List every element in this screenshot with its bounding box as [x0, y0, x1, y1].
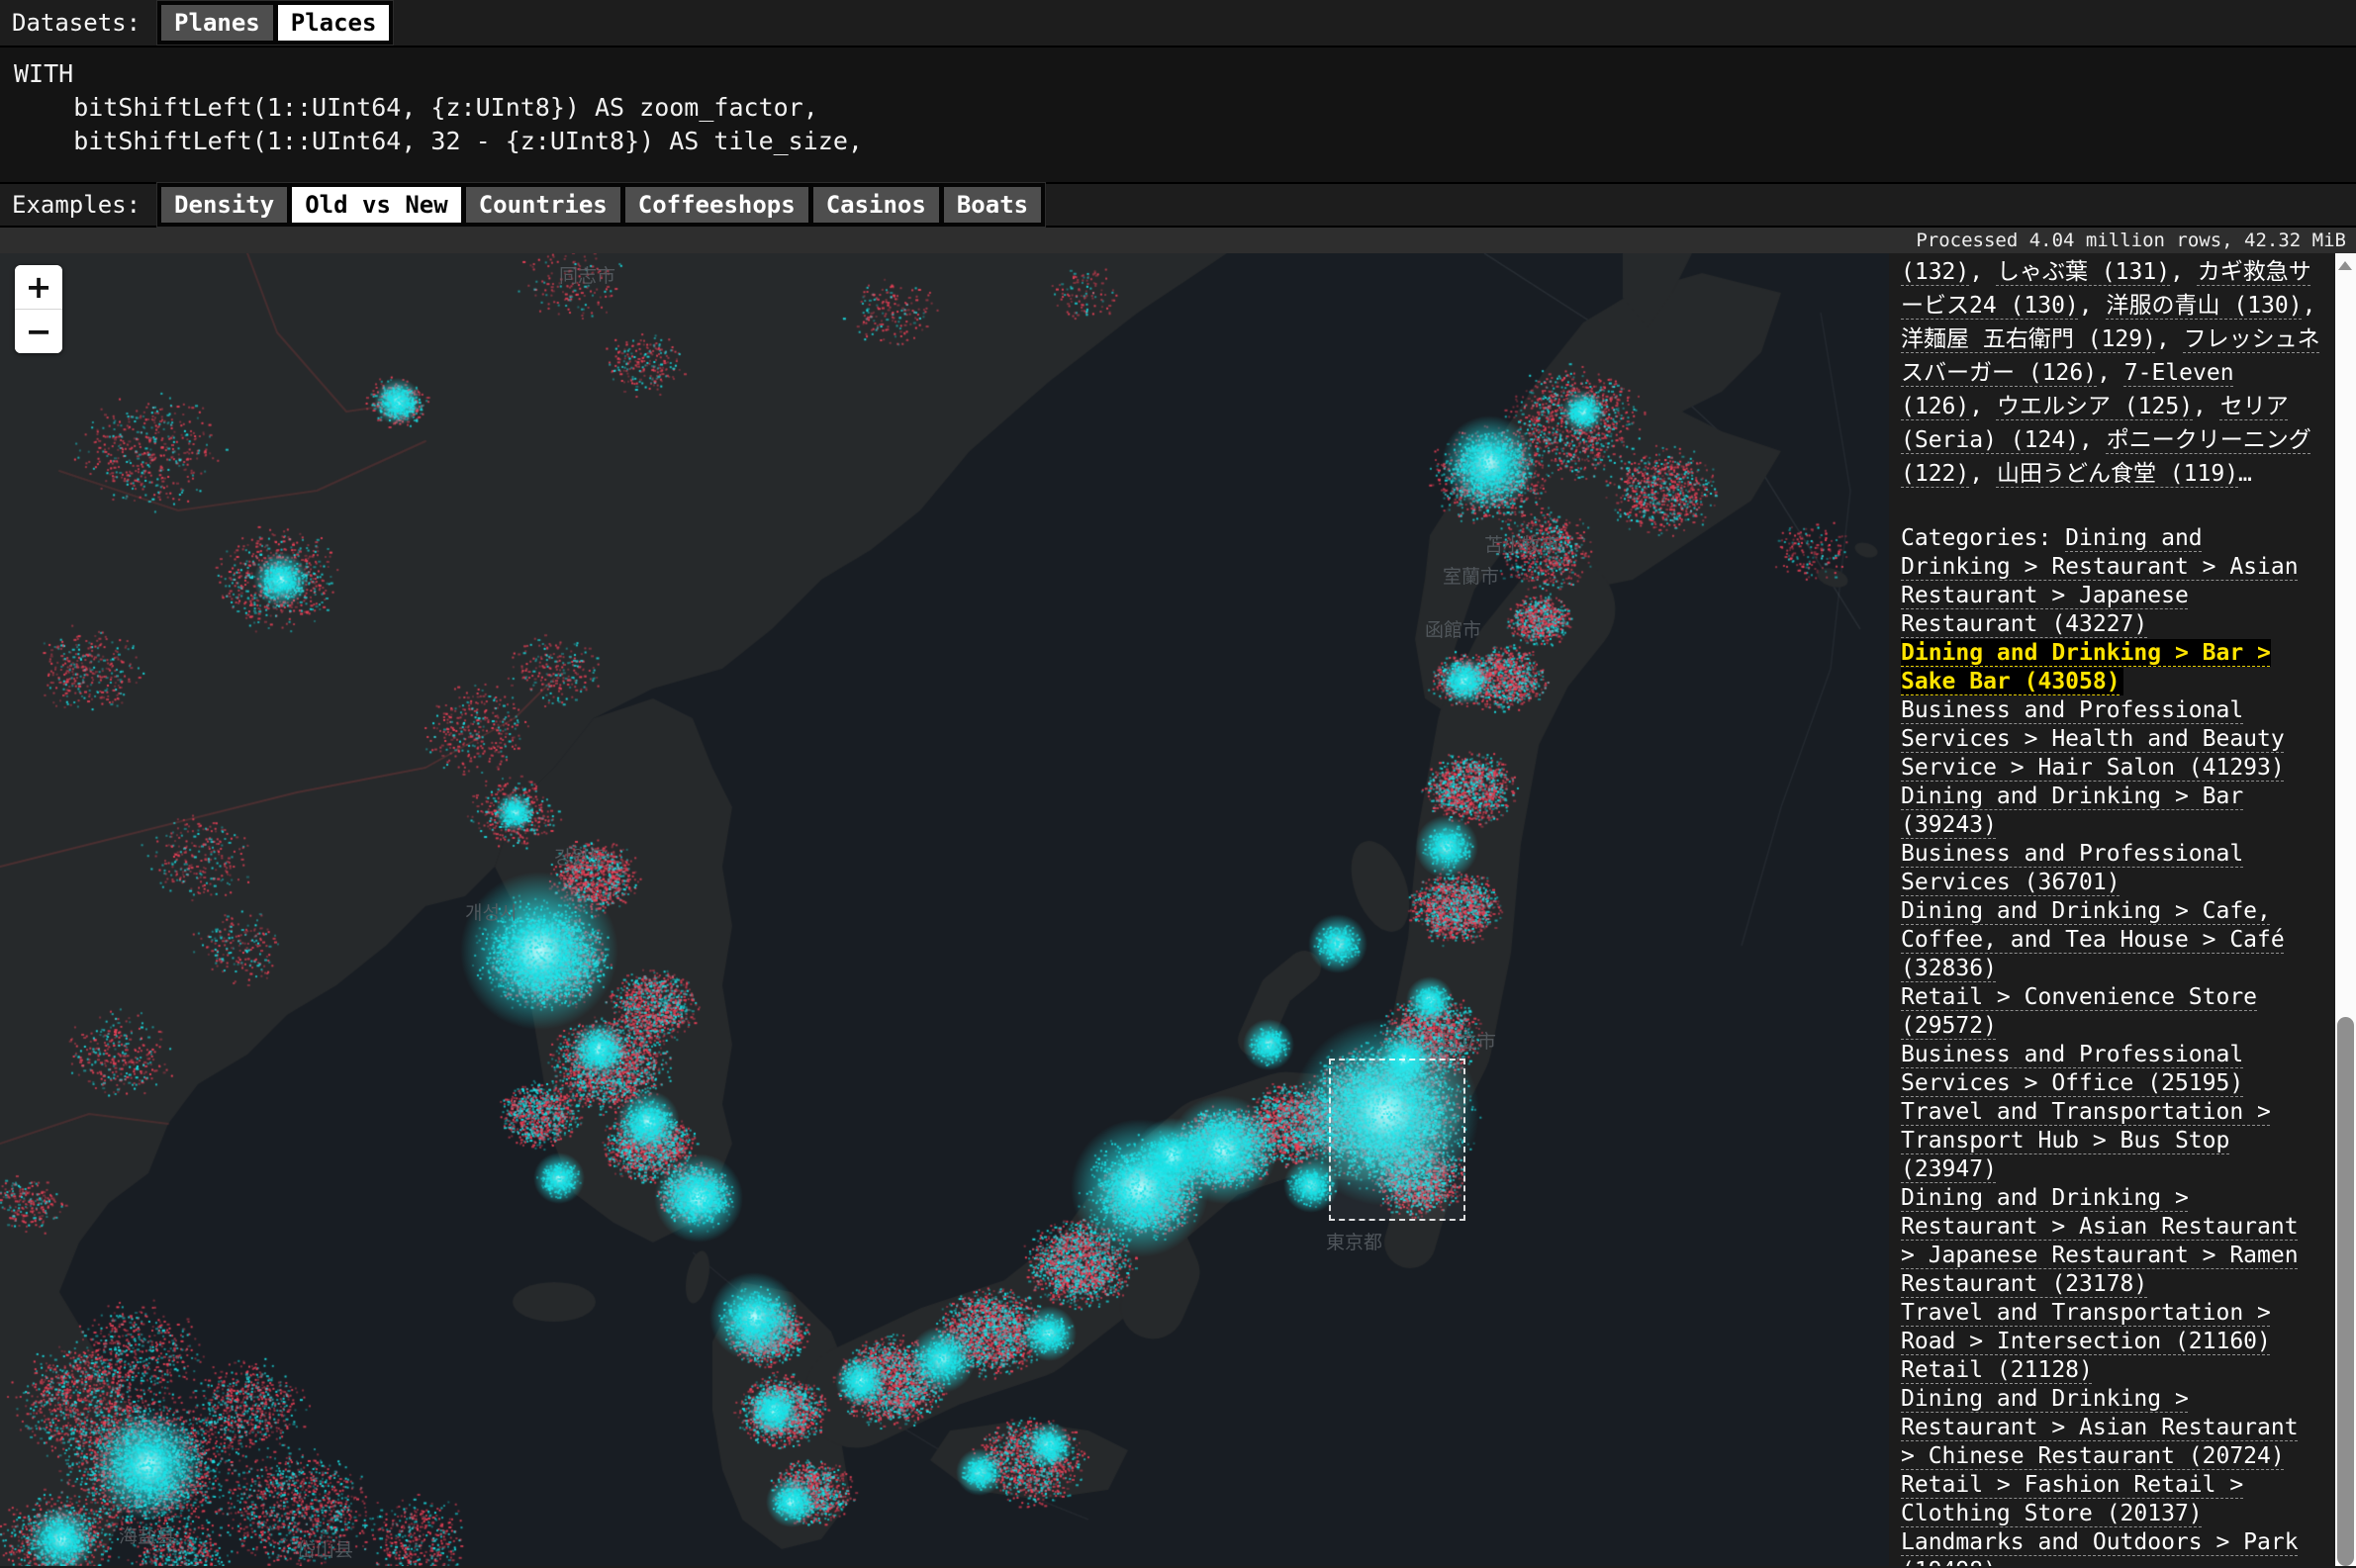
sql-code-line[interactable]: bitShiftLeft(1::UInt64, 32 - {z:UInt8}) …: [14, 125, 2356, 158]
map-selection-rect[interactable]: [1329, 1059, 1465, 1221]
category-link[interactable]: Dining and Drinking > Bar (39243): [1901, 784, 2243, 838]
category-link[interactable]: Retail (21128): [1901, 1357, 2093, 1383]
examples-bar: Examples: DensityOld vs NewCountriesCoff…: [0, 182, 2356, 228]
scrollbar-thumb[interactable]: [2337, 1017, 2354, 1566]
datasets-bar: Datasets: PlanesPlaces: [0, 0, 2356, 47]
datasets-label: Datasets:: [12, 9, 141, 37]
example-buttons: DensityOld vs NewCountriesCoffeeshopsCas…: [156, 182, 1046, 228]
stats-sidebar: (132), しゃぶ葉 (131), カギ救急サービス24 (130), 洋服の…: [1889, 253, 2335, 1566]
sql-editor[interactable]: WITH bitShiftLeft(1::UInt64, {z:UInt8}) …: [0, 47, 2356, 182]
app-window: Datasets: PlanesPlaces WITH bitShiftLeft…: [0, 0, 2356, 1568]
brand-link[interactable]: しゃぶ葉 (131): [1997, 259, 2170, 285]
brand-link[interactable]: ウエルシア (125): [1997, 394, 2193, 419]
sql-code-line[interactable]: WITH: [14, 57, 2356, 91]
brand-link[interactable]: 洋服の青山 (130): [2106, 293, 2302, 319]
zoom-out-button[interactable]: −: [15, 310, 62, 353]
examples-label: Examples:: [12, 191, 141, 219]
status-text: Processed 4.04 million rows, 42.32 MiB: [1916, 230, 2346, 251]
category-list: Categories: Dining and Drinking > Restau…: [1901, 524, 2325, 1566]
status-bar: Processed 4.04 million rows, 42.32 MiB: [0, 228, 2356, 253]
scrollbar-up-arrow[interactable]: [2335, 253, 2356, 277]
brand-link[interactable]: (132): [1901, 259, 1969, 285]
category-link[interactable]: Retail > Fashion Retail > Clothing Store…: [1901, 1472, 2243, 1526]
sql-code-line[interactable]: bitShiftLeft(1::UInt64, {z:UInt8}) AS zo…: [14, 91, 2356, 125]
example-button-coffeeshops[interactable]: Coffeeshops: [625, 187, 808, 223]
category-link[interactable]: Travel and Transportation > Road > Inter…: [1901, 1300, 2271, 1354]
category-link[interactable]: Business and Professional Services > Hea…: [1901, 697, 2285, 781]
page-scrollbar[interactable]: [2335, 253, 2356, 1566]
example-button-casinos[interactable]: Casinos: [813, 187, 939, 223]
categories-label: Categories:: [1901, 525, 2065, 551]
category-link[interactable]: Business and Professional Services > Off…: [1901, 1042, 2243, 1096]
category-link[interactable]: Travel and Transportation > Transport Hu…: [1901, 1099, 2271, 1182]
dataset-button-planes[interactable]: Planes: [161, 5, 273, 41]
map-zoom-control: + −: [15, 265, 62, 353]
category-link[interactable]: Dining and Drinking > Cafe, Coffee, and …: [1901, 898, 2285, 981]
category-link[interactable]: Business and Professional Services (3670…: [1901, 841, 2243, 895]
brand-list: (132), しゃぶ葉 (131), カギ救急サービス24 (130), 洋服の…: [1901, 255, 2325, 491]
example-button-boats[interactable]: Boats: [944, 187, 1041, 223]
brand-link[interactable]: 山田うどん食堂 (119): [1997, 461, 2238, 487]
main-area: 日立市東京都苫小牧市室蘭市函館市강원도개성시同志市海盐县岱山县 + − (132…: [0, 253, 2356, 1566]
zoom-in-button[interactable]: +: [15, 265, 62, 309]
example-button-countries[interactable]: Countries: [466, 187, 620, 223]
category-link[interactable]: Landmarks and Outdoors > Park (19498): [1901, 1529, 2299, 1566]
category-link[interactable]: Dining and Drinking > Restaurant > Asian…: [1901, 1386, 2299, 1469]
example-button-old-vs-new[interactable]: Old vs New: [292, 187, 461, 223]
map-canvas[interactable]: [0, 253, 1889, 1566]
brand-link[interactable]: 洋麺屋 五右衛門 (129): [1901, 326, 2156, 352]
example-button-density[interactable]: Density: [161, 187, 287, 223]
category-link[interactable]: Dining and Drinking > Bar > Sake Bar (43…: [1901, 639, 2271, 695]
category-link[interactable]: Retail > Convenience Store (29572): [1901, 984, 2257, 1039]
dataset-buttons: PlanesPlaces: [156, 0, 394, 46]
map-viewport[interactable]: 日立市東京都苫小牧市室蘭市函館市강원도개성시同志市海盐县岱山县 + −: [0, 253, 1889, 1566]
dataset-button-places[interactable]: Places: [278, 5, 390, 41]
category-link[interactable]: Dining and Drinking > Restaurant > Asian…: [1901, 1185, 2299, 1297]
